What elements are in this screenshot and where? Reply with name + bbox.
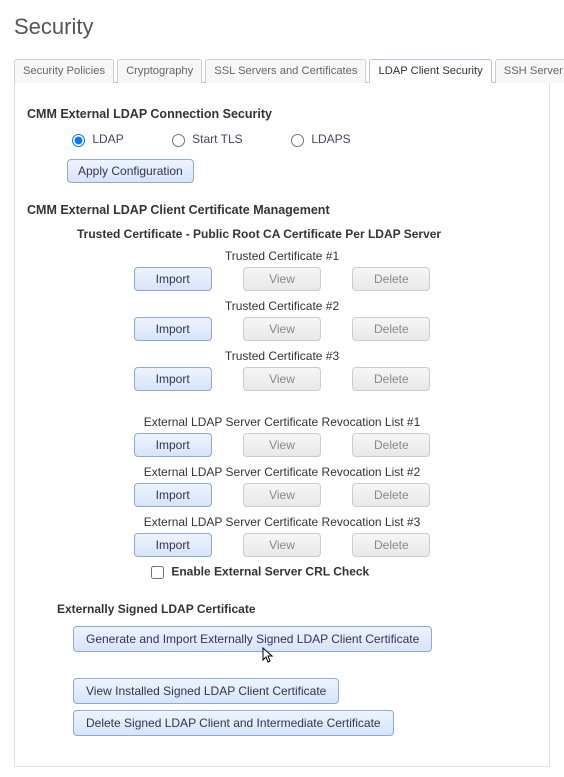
view-installed-cert-button[interactable]: View Installed Signed LDAP Client Certif…: [73, 678, 339, 704]
delete-signed-cert-button[interactable]: Delete Signed LDAP Client and Intermedia…: [73, 710, 394, 736]
crl-3-view-button[interactable]: View: [243, 533, 321, 557]
trusted-cert-1-import-button[interactable]: Import: [134, 267, 212, 291]
radio-ldaps-label[interactable]: LDAPS: [286, 132, 351, 146]
ext-signed-heading: Externally Signed LDAP Certificate: [57, 602, 537, 616]
crl-1-import-button[interactable]: Import: [134, 433, 212, 457]
crl-3-delete-button[interactable]: Delete: [352, 533, 430, 557]
trusted-cert-heading: Trusted Certificate - Public Root CA Cer…: [77, 227, 537, 241]
tab-ldap-client-security[interactable]: LDAP Client Security: [369, 59, 491, 83]
trusted-cert-1-delete-button[interactable]: Delete: [352, 267, 430, 291]
crl-1-view-button[interactable]: View: [243, 433, 321, 457]
enable-crl-checkbox[interactable]: [151, 566, 164, 579]
radio-starttls-text: Start TLS: [192, 132, 242, 146]
tab-ssh-server[interactable]: SSH Server: [495, 59, 564, 83]
radio-starttls[interactable]: [172, 134, 185, 147]
radio-ldap-label[interactable]: LDAP: [67, 132, 127, 146]
generate-import-cert-button[interactable]: Generate and Import Externally Signed LD…: [73, 626, 432, 652]
crl-2-delete-button[interactable]: Delete: [352, 483, 430, 507]
trusted-cert-2-view-button[interactable]: View: [243, 317, 321, 341]
radio-ldap-text: LDAP: [92, 132, 123, 146]
trusted-cert-1-label: Trusted Certificate #1: [27, 249, 537, 263]
panel-ldap-client-security: CMM External LDAP Connection Security LD…: [14, 83, 550, 767]
crl-2-view-button[interactable]: View: [243, 483, 321, 507]
crl-2-label: External LDAP Server Certificate Revocat…: [27, 465, 537, 479]
radio-starttls-label[interactable]: Start TLS: [167, 132, 246, 146]
tab-cryptography[interactable]: Cryptography: [117, 59, 202, 83]
crl-1-label: External LDAP Server Certificate Revocat…: [27, 415, 537, 429]
trusted-cert-3-import-button[interactable]: Import: [134, 367, 212, 391]
trusted-cert-3-delete-button[interactable]: Delete: [352, 367, 430, 391]
enable-crl-label: Enable External Server CRL Check: [171, 565, 369, 579]
trusted-cert-2-delete-button[interactable]: Delete: [352, 317, 430, 341]
tab-security-policies[interactable]: Security Policies: [14, 59, 114, 83]
apply-configuration-button[interactable]: Apply Configuration: [67, 159, 194, 183]
tab-ssl-servers[interactable]: SSL Servers and Certificates: [205, 59, 366, 83]
radio-ldaps-text: LDAPS: [311, 132, 350, 146]
page-title: Security: [14, 14, 550, 40]
cert-mgmt-heading: CMM External LDAP Client Certificate Man…: [27, 203, 537, 217]
trusted-cert-2-label: Trusted Certificate #2: [27, 299, 537, 313]
crl-2-import-button[interactable]: Import: [134, 483, 212, 507]
tab-strip: Security Policies Cryptography SSL Serve…: [14, 58, 550, 83]
crl-3-import-button[interactable]: Import: [134, 533, 212, 557]
trusted-cert-3-label: Trusted Certificate #3: [27, 349, 537, 363]
trusted-cert-2-import-button[interactable]: Import: [134, 317, 212, 341]
radio-ldaps[interactable]: [291, 134, 304, 147]
trusted-cert-1-view-button[interactable]: View: [243, 267, 321, 291]
conn-security-radios: LDAP Start TLS LDAPS: [67, 131, 537, 147]
trusted-cert-3-view-button[interactable]: View: [243, 367, 321, 391]
radio-ldap[interactable]: [72, 134, 85, 147]
crl-1-delete-button[interactable]: Delete: [352, 433, 430, 457]
conn-security-heading: CMM External LDAP Connection Security: [27, 107, 537, 121]
crl-3-label: External LDAP Server Certificate Revocat…: [27, 515, 537, 529]
